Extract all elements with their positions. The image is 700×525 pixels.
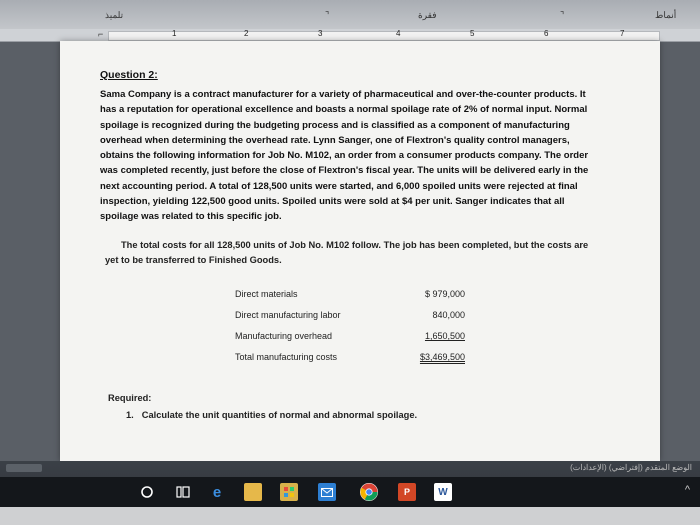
costs-intro-paragraph: The total costs for all 128,500 units of… <box>105 240 589 265</box>
question-paragraph: Sama Company is a contract manufacturer … <box>100 89 589 223</box>
chevron-up-icon[interactable]: ^ <box>685 484 690 496</box>
cost-table: Direct materials $ 979,000 Direct manufa… <box>235 289 465 373</box>
status-text: (الإعدادات) الوضع المتقدم (إفتراضي) <box>570 463 692 472</box>
cost-item-amount: $ 979,000 <box>424 289 465 299</box>
file-explorer-icon[interactable] <box>244 483 262 501</box>
cost-item-label: Manufacturing overhead <box>235 331 333 341</box>
ruler-mark-6: 6 <box>544 29 549 38</box>
ribbon-launcher-icon[interactable]: ⌝ <box>325 10 329 21</box>
search-icon[interactable] <box>138 483 156 501</box>
ribbon-group-label-paragraph[interactable]: فقرة <box>418 10 437 21</box>
required-item-number: 1. <box>126 410 134 420</box>
taskbar: e P W ^ <box>0 477 700 507</box>
chrome-icon[interactable] <box>360 483 378 501</box>
question-title: Question 2: <box>100 69 158 81</box>
cost-item-label: Total manufacturing costs <box>235 352 338 362</box>
task-view-icon[interactable] <box>174 483 192 501</box>
required-item-text: Calculate the unit quantities of normal … <box>141 410 418 420</box>
powerpoint-icon[interactable]: P <box>398 483 416 501</box>
ruler-mark-5: 5 <box>470 29 475 38</box>
ruler-mark-7: 7 <box>620 29 625 38</box>
store-icon[interactable] <box>280 483 298 501</box>
cost-row-overhead: Manufacturing overhead 1,650,500 <box>235 331 465 352</box>
ribbon-group-label-font[interactable]: تلميذ <box>105 10 123 21</box>
word-icon[interactable]: W <box>434 483 452 501</box>
required-item: 1. Calculate the unit quantities of norma… <box>126 410 417 420</box>
desk-surface <box>0 507 700 525</box>
tab-stop-icon[interactable]: ⌐ <box>98 29 106 40</box>
ruler-mark-4: 4 <box>396 29 401 38</box>
cost-row-total: Total manufacturing costs $3,469,500 <box>235 352 465 373</box>
cost-item-amount: 1,650,500 <box>424 331 465 341</box>
edge-icon[interactable]: e <box>208 483 226 501</box>
ribbon-group-label-styles[interactable]: أنماط <box>655 10 676 21</box>
view-buttons[interactable] <box>6 464 42 472</box>
cost-row-direct-materials: Direct materials $ 979,000 <box>235 289 465 310</box>
ruler-track <box>108 31 660 41</box>
cost-item-label: Direct manufacturing labor <box>235 310 341 320</box>
ribbon: تلميذ ⌝ فقرة ⌝ أنماط <box>0 0 700 30</box>
ruler-mark-2: 2 <box>244 29 249 38</box>
document-page[interactable]: Question 2: Sama Company is a contract m… <box>60 41 660 461</box>
cost-row-direct-labor: Direct manufacturing labor 840,000 <box>235 310 465 331</box>
ruler-mark-1: 1 <box>172 29 177 38</box>
ribbon-launcher-icon-2[interactable]: ⌝ <box>560 10 564 21</box>
cost-item-amount: $3,469,500 <box>419 352 465 362</box>
cost-item-label: Direct materials <box>235 289 298 299</box>
cost-item-amount: 840,000 <box>432 310 465 320</box>
mail-icon[interactable] <box>318 483 336 501</box>
required-heading: Required: <box>108 393 152 403</box>
ruler-mark-3: 3 <box>318 29 323 38</box>
